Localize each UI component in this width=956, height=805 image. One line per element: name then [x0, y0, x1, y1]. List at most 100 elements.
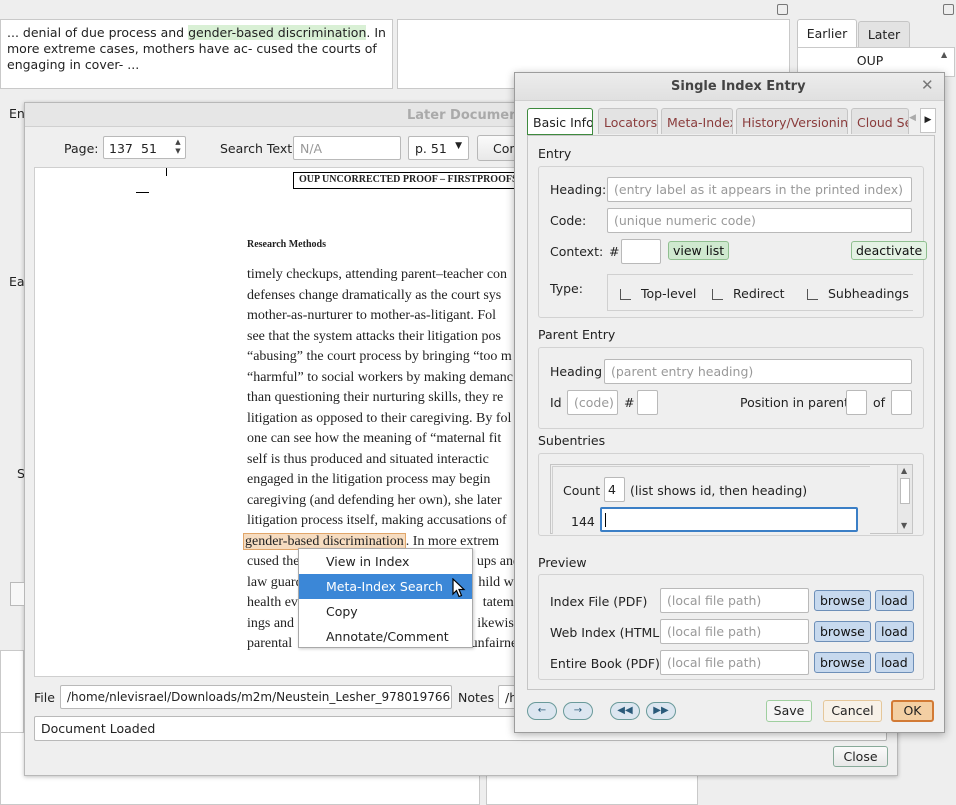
list-item[interactable]: OUP	[798, 48, 954, 74]
search-label: Search Text:	[220, 141, 297, 156]
ok-button[interactable]: OK	[891, 700, 934, 722]
side-label-ea: Ea	[9, 274, 25, 289]
subentry-heading-input[interactable]	[600, 507, 858, 532]
tab-scroll-left-icon[interactable]: ◀	[909, 113, 916, 123]
text-line: caregiving (and defending her own), she …	[247, 492, 502, 508]
text-line: than questioning their nurturing skills,…	[247, 390, 504, 405]
count-label: Count	[563, 483, 601, 498]
crop-mark	[166, 168, 167, 176]
next-arrow-button[interactable]: →	[563, 702, 593, 720]
position-total-input[interactable]	[891, 390, 912, 415]
rewind-button[interactable]: ◀◀	[610, 702, 640, 720]
subentry-row-id: 144	[571, 514, 595, 529]
dialog-title: Single Index Entry	[671, 79, 806, 94]
save-button[interactable]: Save	[766, 700, 812, 722]
dialog-tab-bar: Basic Info Locators Meta-Index History/V…	[527, 108, 936, 135]
search-input[interactable]: N/A	[293, 136, 401, 160]
index-pdf-browse-button[interactable]: browse	[814, 590, 871, 611]
radio-icon	[620, 289, 631, 300]
page-label: Page:	[64, 141, 99, 156]
heading-input[interactable]: (entry label as it appears in the printe…	[607, 177, 912, 202]
scroll-down-icon[interactable]: ▼	[901, 521, 907, 530]
later-doc-title: Later Document	[407, 108, 525, 123]
deactivate-button[interactable]: deactivate	[851, 241, 928, 260]
text-cursor	[605, 513, 606, 527]
web-index-browse-button[interactable]: browse	[814, 621, 871, 642]
menu-item-view-in-index[interactable]: View in Index	[299, 549, 472, 574]
entry-section-title: Entry	[538, 146, 572, 161]
position-label: Position in parent	[740, 395, 849, 410]
close-button[interactable]: Close	[833, 746, 888, 767]
parent-hash-input[interactable]	[637, 390, 658, 415]
text-line: litigation as opposed to their caregivin…	[247, 410, 512, 426]
count-hint: (list shows id, then heading)	[630, 483, 808, 498]
tab-later-label: Later	[867, 27, 901, 42]
tab-basic-info[interactable]: Basic Info	[527, 108, 593, 135]
menu-item-copy[interactable]: Copy	[299, 599, 472, 624]
tab-later[interactable]: Later	[858, 21, 910, 47]
tab-scroll-right-icon[interactable]: ▶	[920, 108, 936, 133]
close-icon[interactable]: ✕	[921, 76, 934, 94]
running-head: Research Methods	[247, 239, 326, 250]
preview-label-index-pdf: Index File (PDF)	[550, 594, 648, 609]
tab-earlier[interactable]: Earlier	[797, 19, 857, 47]
scroll-thumb[interactable]	[900, 478, 910, 504]
position-input[interactable]	[846, 390, 867, 415]
menu-item-annotate-comment[interactable]: Annotate/Comment	[299, 624, 472, 649]
tab-meta-index[interactable]: Meta-Index	[661, 108, 733, 134]
page-value-a: 137	[109, 141, 133, 156]
subentries-scrollbar[interactable]: ▲ ▼	[897, 465, 912, 533]
parent-id-input[interactable]: (code)	[567, 390, 618, 415]
parent-hash: #	[624, 395, 635, 410]
context-hash: #	[609, 244, 620, 259]
subentries-list[interactable]: Count 4 (list shows id, then heading) 14…	[550, 464, 913, 534]
tab-cloud-label: Cloud Se	[857, 115, 909, 130]
entire-book-load-button[interactable]: load	[875, 652, 914, 673]
fast-forward-button[interactable]: ▶▶	[646, 702, 676, 720]
preview-label-web-index: Web Index (HTML)	[550, 625, 665, 640]
scroll-up-icon[interactable]: ▲	[901, 466, 907, 475]
text-line: litigation process itself, making accusa…	[247, 513, 507, 528]
background-button[interactable]	[10, 582, 24, 606]
chevron-down-icon: ▼	[455, 141, 462, 151]
view-list-button[interactable]: view list	[668, 241, 730, 260]
cancel-button[interactable]: Cancel	[823, 700, 882, 722]
menu-item-meta-index-search[interactable]: Meta-Index Search	[299, 574, 472, 599]
page-spinner-arrows-icon[interactable]: ▲ ▼	[171, 138, 185, 157]
web-index-path-input[interactable]: (local file path)	[660, 619, 809, 644]
tab-cloud[interactable]: Cloud Se	[851, 108, 909, 134]
file-label: File	[34, 690, 55, 705]
index-pdf-path-input[interactable]: (local file path)	[660, 588, 809, 613]
type-subheadings[interactable]: Subheadings	[807, 286, 909, 301]
subentries-group: Count 4 (list shows id, then heading) 14…	[538, 453, 924, 536]
type-top-level[interactable]: Top-level	[620, 286, 696, 301]
tab-locators[interactable]: Locators	[598, 108, 658, 134]
count-input[interactable]: 4	[604, 477, 625, 502]
pin-icon-right[interactable]	[943, 4, 954, 15]
text-line: . In more extrem	[405, 533, 500, 549]
tab-earlier-label: Earlier	[806, 26, 848, 41]
parent-heading-input[interactable]: (parent entry heading)	[604, 359, 912, 384]
pin-icon-left[interactable]	[777, 4, 788, 15]
heading-label: Heading:	[550, 182, 607, 197]
entire-book-path-input[interactable]: (local file path)	[660, 650, 809, 675]
context-menu: View in Index Meta-Index Search Copy Ann…	[298, 548, 473, 648]
web-index-load-button[interactable]: load	[875, 621, 914, 642]
tab-locators-label: Locators	[604, 115, 658, 130]
preview-section-title: Preview	[538, 555, 587, 570]
tab-history-versioning[interactable]: History/Versioning	[736, 108, 848, 134]
subentries-inner: Count 4 (list shows id, then heading) 14…	[552, 466, 870, 534]
of-label: of	[873, 395, 886, 410]
text-line: mother-as-nurturer to mother-as-litigant…	[247, 308, 497, 323]
file-path-field[interactable]: /home/nlevisrael/Downloads/m2m/Neustein_…	[60, 685, 452, 709]
code-input[interactable]: (unique numeric code)	[607, 208, 912, 233]
prev-arrow-button[interactable]: ←	[527, 702, 557, 720]
search-hit-highlight[interactable]: gender-based discrimination	[243, 532, 406, 550]
context-input[interactable]	[621, 239, 661, 264]
index-pdf-load-button[interactable]: load	[875, 590, 914, 611]
type-redirect[interactable]: Redirect	[712, 286, 785, 301]
page-select[interactable]: p. 51 ▼	[408, 136, 469, 160]
list-scroll-up-icon[interactable]: ▲	[941, 50, 947, 59]
dialog-titlebar[interactable]: Single Index Entry ✕	[515, 73, 944, 101]
entire-book-browse-button[interactable]: browse	[814, 652, 871, 673]
